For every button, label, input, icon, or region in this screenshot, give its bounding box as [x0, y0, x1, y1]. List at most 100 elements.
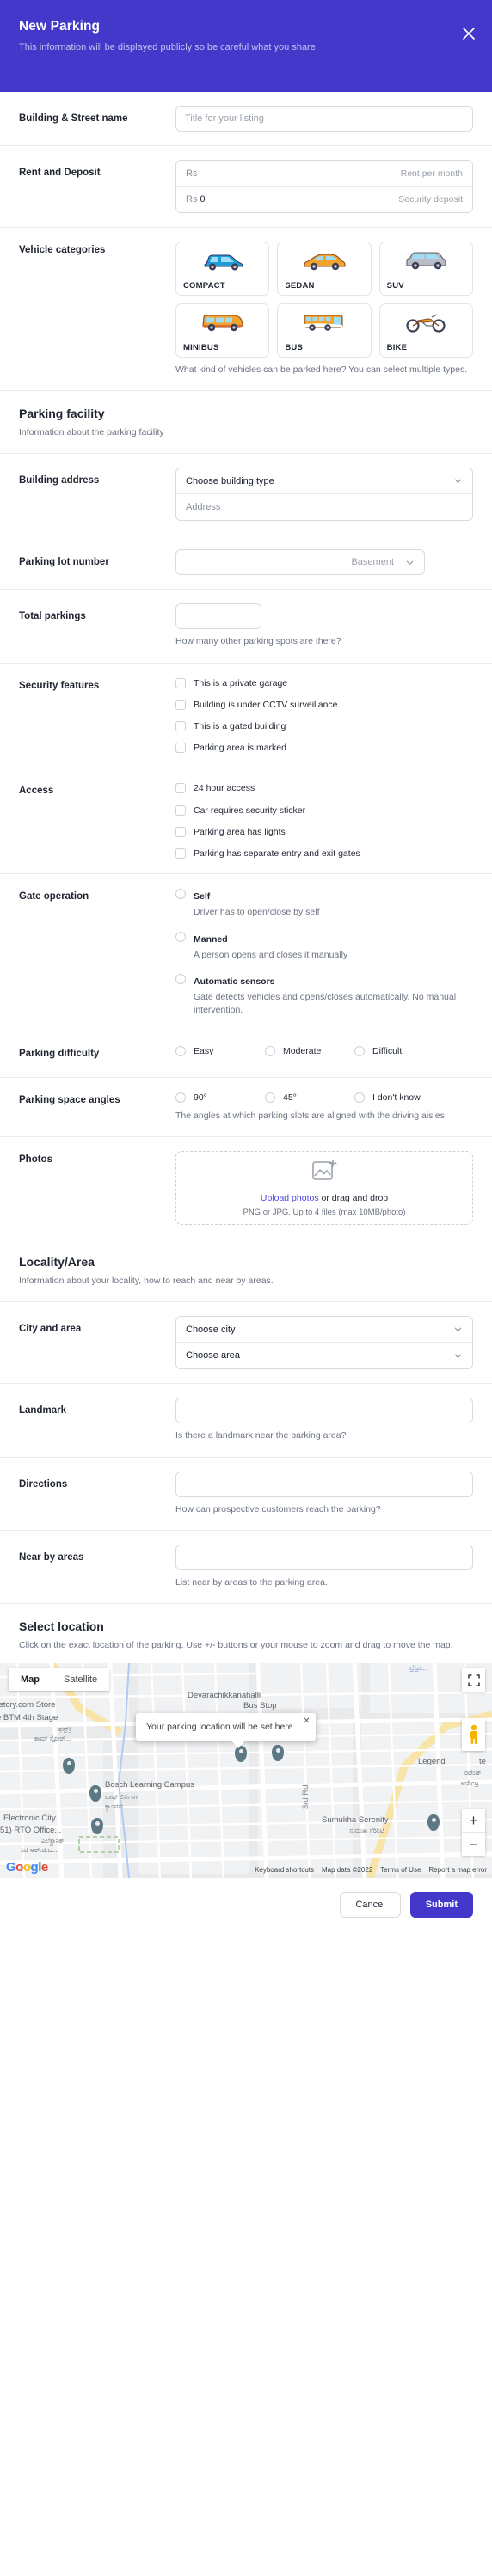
gate-option-manned[interactable]: Manned A person opens and closes it manu…: [175, 931, 473, 962]
radio-icon[interactable]: [354, 1045, 365, 1056]
access-option-separate-gates[interactable]: Parking has separate entry and exit gate…: [175, 847, 473, 860]
map-infowindow: Your parking location will be set here ✕: [136, 1713, 316, 1749]
close-icon[interactable]: ✕: [303, 1716, 310, 1726]
radio-icon[interactable]: [175, 974, 186, 985]
address-placeholder: Address: [186, 502, 221, 513]
rent-trailing-label: Rent per month: [400, 168, 463, 179]
checkbox-icon[interactable]: [175, 826, 186, 837]
submit-button[interactable]: Submit: [409, 1892, 473, 1918]
parking-lot-number-select[interactable]: Basement: [175, 549, 425, 576]
vehicle-card-compact[interactable]: COMPACT: [175, 242, 270, 296]
option-title: Manned: [194, 933, 228, 945]
radio-icon[interactable]: [175, 1045, 186, 1056]
security-option-marked[interactable]: Parking area is marked: [175, 742, 473, 754]
rent-per-month-field[interactable]: Rs Rent per month: [176, 161, 472, 187]
difficulty-option-easy[interactable]: Easy: [175, 1045, 265, 1057]
vehicle-card-bus[interactable]: BUS: [277, 303, 372, 358]
directions-label: Directions: [19, 1478, 68, 1490]
close-icon[interactable]: [461, 26, 477, 41]
parking-space-angles-help: The angles at which parking slots are al…: [175, 1110, 445, 1121]
option-label: Parking area is marked: [194, 743, 286, 754]
angle-option-45[interactable]: 45°: [265, 1092, 354, 1104]
map-background: [0, 1663, 492, 1879]
landmark-input[interactable]: [175, 1398, 473, 1424]
checkbox-icon[interactable]: [175, 699, 186, 710]
security-option-cctv[interactable]: Building is under CCTV surveillance: [175, 699, 473, 711]
checkbox-icon[interactable]: [175, 783, 186, 794]
modal-header: New Parking This information will be dis…: [0, 0, 492, 92]
report-map-error-link[interactable]: Report a map error: [428, 1866, 487, 1874]
building-street-input[interactable]: [175, 106, 473, 132]
parking-lot-number-value: Basement: [351, 557, 394, 568]
radio-icon[interactable]: [265, 1092, 275, 1103]
radio-icon[interactable]: [175, 1092, 186, 1103]
gate-operation-label: Gate operation: [19, 891, 89, 903]
vehicle-card-label: SUV: [386, 281, 404, 291]
vehicle-card-sedan[interactable]: SEDAN: [277, 242, 372, 296]
angle-option-90[interactable]: 90°: [175, 1092, 265, 1104]
deposit-value: 0: [200, 194, 206, 205]
fullscreen-icon[interactable]: [462, 1668, 485, 1692]
checkbox-icon[interactable]: [175, 847, 186, 859]
checkbox-icon[interactable]: [175, 743, 186, 754]
vehicle-card-minibus[interactable]: MINIBUS: [175, 303, 270, 358]
checkbox-icon[interactable]: [175, 677, 186, 688]
rent-deposit-label: Rent and Deposit: [19, 168, 101, 178]
zoom-out-button[interactable]: −: [462, 1833, 485, 1856]
directions-row: Directions How can prospective customers…: [0, 1458, 492, 1531]
vehicle-category-grid: COMPACT SEDAN SUV MINIBUS BUS BIKE: [175, 242, 473, 358]
dropzone-hint: PNG or JPG. Up to 4 files (max 10MB/phot…: [243, 1208, 406, 1218]
angle-option-unknown[interactable]: I don't know: [354, 1092, 444, 1104]
infowindow-text: Your parking location will be set here: [146, 1722, 293, 1733]
photo-dropzone[interactable]: Upload photos or drag and drop PNG or JP…: [175, 1151, 473, 1226]
city-area-stack: Choose city Choose area: [175, 1316, 473, 1370]
option-label: Parking area has lights: [194, 826, 286, 837]
gate-option-self[interactable]: Self Driver has to open/close by self: [175, 888, 473, 919]
vehicle-card-suv[interactable]: SUV: [378, 242, 473, 296]
radio-icon[interactable]: [175, 889, 186, 900]
city-and-area-label: City and area: [19, 1324, 82, 1335]
security-deposit-field[interactable]: Rs 0 Security deposit: [176, 187, 472, 212]
checkbox-icon[interactable]: [175, 721, 186, 731]
city-select[interactable]: Choose city: [176, 1317, 472, 1343]
parking-difficulty-row: Parking difficulty Easy Moderate Difficu…: [0, 1031, 492, 1078]
dropzone-rest-text: or drag and drop: [318, 1193, 389, 1204]
building-address-stack: Choose building type Address: [175, 468, 473, 522]
select-location-section-header: Select location Click on the exact locat…: [0, 1604, 492, 1663]
map-type-map-button[interactable]: Map: [9, 1668, 52, 1692]
access-option-lights[interactable]: Parking area has lights: [175, 826, 473, 838]
radio-icon[interactable]: [265, 1045, 275, 1056]
checkbox-icon[interactable]: [175, 805, 186, 816]
radio-icon[interactable]: [354, 1092, 365, 1103]
map-type-satellite-button[interactable]: Satellite: [52, 1668, 110, 1692]
near-by-areas-input[interactable]: [175, 1544, 473, 1570]
option-label: Difficult: [372, 1045, 403, 1056]
area-select[interactable]: Choose area: [176, 1343, 472, 1368]
access-option-24-hour[interactable]: 24 hour access: [175, 782, 473, 794]
radio-icon[interactable]: [175, 931, 186, 942]
security-option-gated[interactable]: This is a gated building: [175, 720, 473, 732]
location-map[interactable]: Devarachikkanahalli Bus Stop rstcry.com …: [0, 1663, 492, 1879]
gate-option-automatic-sensors[interactable]: Automatic sensors Gate detects vehicles …: [175, 973, 473, 1016]
building-street-label: Building & Street name: [19, 113, 128, 124]
directions-input[interactable]: [175, 1471, 473, 1497]
option-title: Self: [194, 891, 211, 903]
total-parkings-input[interactable]: [175, 603, 261, 630]
terms-of-use-link[interactable]: Terms of Use: [380, 1866, 421, 1874]
address-input-cell[interactable]: Address: [176, 494, 472, 520]
security-option-private-garage[interactable]: This is a private garage: [175, 677, 473, 689]
difficulty-option-difficult[interactable]: Difficult: [354, 1045, 444, 1057]
building-type-select[interactable]: Choose building type: [176, 468, 472, 495]
parking-facility-title: Parking facility: [19, 407, 105, 421]
building-street-row: Building & Street name: [0, 92, 492, 146]
option-label: Moderate: [283, 1045, 322, 1056]
upload-photos-link[interactable]: Upload photos: [261, 1193, 319, 1203]
building-type-value: Choose building type: [186, 475, 274, 486]
zoom-in-button[interactable]: +: [462, 1809, 485, 1833]
keyboard-shortcuts-link[interactable]: Keyboard shortcuts: [255, 1866, 314, 1874]
vehicle-card-bike[interactable]: BIKE: [378, 303, 473, 358]
difficulty-option-moderate[interactable]: Moderate: [265, 1045, 354, 1057]
cancel-button[interactable]: Cancel: [340, 1892, 401, 1918]
access-option-security-sticker[interactable]: Car requires security sticker: [175, 805, 473, 817]
street-view-pegman-icon[interactable]: [462, 1718, 485, 1752]
